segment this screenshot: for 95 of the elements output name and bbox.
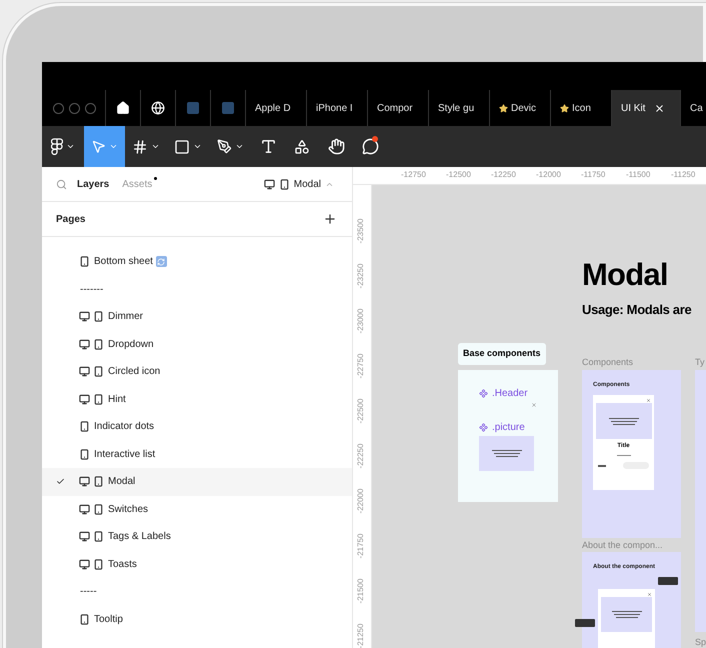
page-item[interactable]: Switches bbox=[42, 496, 352, 523]
ruler-label: -12500 bbox=[446, 169, 471, 181]
ruler-label: -22500 bbox=[355, 398, 366, 426]
pointer-icon bbox=[91, 139, 106, 154]
tiny-text-drawing bbox=[612, 611, 642, 618]
hand-icon bbox=[328, 138, 344, 155]
frame-label: Base components bbox=[458, 343, 546, 364]
annotation-tooltip bbox=[658, 577, 678, 585]
logo-icon bbox=[51, 138, 63, 155]
add-page-icon[interactable] bbox=[323, 212, 337, 226]
tab-label: Style gu bbox=[438, 102, 474, 116]
comment-icon bbox=[362, 138, 378, 155]
tab-label: Ca bbox=[690, 102, 703, 116]
globe-icon bbox=[151, 101, 165, 115]
tiny-text-drawing bbox=[608, 418, 638, 424]
ruler-label: -12750 bbox=[401, 169, 426, 181]
panel-tab[interactable]: Layers bbox=[77, 176, 112, 192]
tab-label: Apple D bbox=[255, 102, 291, 116]
page-item[interactable]: Tags & Labels bbox=[42, 523, 352, 550]
page-item[interactable]: Dropdown bbox=[42, 330, 352, 358]
component-icon bbox=[479, 389, 488, 398]
paragraph-line bbox=[616, 455, 630, 456]
page-name: Tags & Labels bbox=[108, 530, 171, 544]
ruler-label: -12250 bbox=[491, 169, 516, 181]
page-item[interactable]: Bottom sheet bbox=[42, 248, 352, 276]
component-icon bbox=[479, 423, 488, 432]
tab-label: UI Kit bbox=[621, 102, 646, 116]
page-name: Toasts bbox=[108, 558, 137, 572]
ruler-label: -21250 bbox=[355, 622, 366, 648]
component-name: .Header bbox=[492, 387, 528, 401]
page-item[interactable]: ------- bbox=[42, 276, 352, 303]
tab-label: Devic bbox=[511, 102, 536, 116]
page-name: Tooltip bbox=[94, 612, 123, 627]
frame-icon bbox=[132, 138, 148, 154]
page-title: Modal bbox=[582, 259, 668, 290]
page-item[interactable]: Modal bbox=[42, 468, 352, 496]
page-item[interactable]: Interactive list bbox=[42, 440, 352, 468]
frame-label: Sp bbox=[695, 636, 706, 648]
usage-text: Usage: Modals are bbox=[582, 301, 692, 319]
window-control-icon[interactable] bbox=[53, 102, 64, 114]
page-item[interactable]: Toasts bbox=[42, 550, 352, 578]
close-icon bbox=[531, 402, 537, 408]
ruler-label: -23500 bbox=[355, 218, 366, 246]
ruler-label: -23250 bbox=[355, 262, 366, 290]
file-tab[interactable]: UI Kit bbox=[612, 90, 681, 126]
ruler-label: -22750 bbox=[355, 352, 366, 380]
ruler-label: -11750 bbox=[581, 169, 606, 181]
frame-label: About the compon... bbox=[582, 539, 663, 552]
page-name: Indicator dots bbox=[94, 420, 154, 434]
page-name: Dimmer bbox=[108, 310, 143, 324]
page-item[interactable]: Hint bbox=[42, 386, 352, 413]
ruler-label: -11500 bbox=[626, 169, 650, 181]
ruler-label: -21750 bbox=[355, 532, 366, 560]
component-name: .picture bbox=[492, 421, 525, 435]
page-name: Modal bbox=[108, 475, 136, 490]
file-thumbnail-icon bbox=[187, 102, 199, 114]
page-item[interactable]: Tooltip bbox=[42, 606, 352, 633]
page-item[interactable]: Circled icon bbox=[42, 358, 352, 386]
ruler-label: -12000 bbox=[536, 169, 561, 181]
pages-heading: Pages bbox=[56, 212, 86, 226]
page-name: ------- bbox=[80, 282, 104, 297]
ruler-label: -22250 bbox=[355, 442, 366, 470]
frame-label: Ty bbox=[695, 356, 705, 369]
close-icon[interactable] bbox=[654, 102, 666, 114]
ruler-label: -21500 bbox=[355, 578, 366, 606]
ruler-label: -11250 bbox=[671, 169, 696, 181]
tab-label: Compor bbox=[377, 102, 413, 116]
window-control-icon[interactable] bbox=[85, 102, 96, 114]
pen-icon bbox=[216, 139, 232, 154]
tab-label: iPhone I bbox=[316, 102, 353, 116]
annotation-tooltip bbox=[575, 619, 595, 627]
page-name: Bottom sheet bbox=[94, 255, 153, 270]
tiny-text-drawing bbox=[492, 450, 522, 457]
home-icon bbox=[116, 101, 130, 115]
page-item[interactable]: ----- bbox=[42, 578, 352, 606]
page-item[interactable]: Indicator dots bbox=[42, 413, 352, 440]
page-name: Dropdown bbox=[108, 338, 154, 352]
page-name: Interactive list bbox=[94, 448, 156, 462]
tab-label: Icon bbox=[572, 102, 591, 116]
ruler-label: -23000 bbox=[355, 308, 366, 336]
shapes-icon bbox=[294, 138, 310, 154]
file-thumbnail-icon bbox=[222, 102, 234, 114]
search-icon[interactable] bbox=[56, 178, 67, 190]
page-name: ----- bbox=[80, 585, 97, 600]
text-tool-icon bbox=[260, 138, 276, 155]
page-name: Hint bbox=[108, 392, 126, 407]
frame-label: Components bbox=[582, 356, 634, 369]
page-name: Switches bbox=[108, 502, 148, 517]
page-name: Circled icon bbox=[108, 365, 160, 380]
page-item[interactable]: Dimmer bbox=[42, 303, 352, 330]
check-icon bbox=[56, 477, 65, 486]
window-control-icon[interactable] bbox=[69, 102, 80, 114]
ruler-label: -22000 bbox=[355, 488, 366, 516]
page-switcher[interactable]: Modal bbox=[264, 176, 334, 192]
rectangle-icon bbox=[174, 138, 190, 154]
